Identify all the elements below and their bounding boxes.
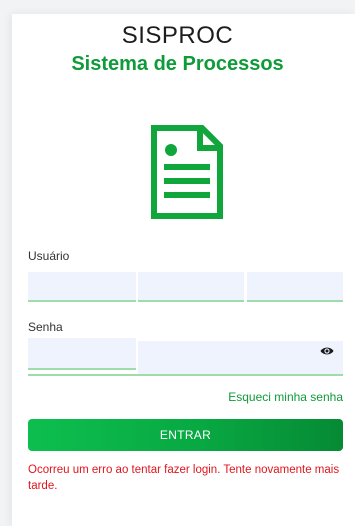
- username-input-segment[interactable]: [28, 272, 136, 302]
- app-name: SISPROC: [121, 22, 234, 49]
- password-input-segment[interactable]: [138, 341, 343, 374]
- login-button[interactable]: ENTRAR: [28, 419, 343, 451]
- app-subtitle: Sistema de Processos: [71, 53, 284, 75]
- forgot-password-link[interactable]: Esqueci minha senha: [228, 390, 343, 404]
- password-label: Senha: [28, 320, 63, 334]
- document-icon: [151, 125, 223, 219]
- password-input-segment[interactable]: [28, 338, 136, 370]
- eye-icon[interactable]: [320, 345, 334, 357]
- username-input-segment[interactable]: [138, 272, 244, 302]
- password-underline: [28, 374, 343, 376]
- username-input-segment[interactable]: [247, 272, 343, 302]
- username-label: Usuário: [28, 249, 70, 263]
- error-message: Ocorreu um erro ao tentar fazer login. T…: [28, 464, 340, 492]
